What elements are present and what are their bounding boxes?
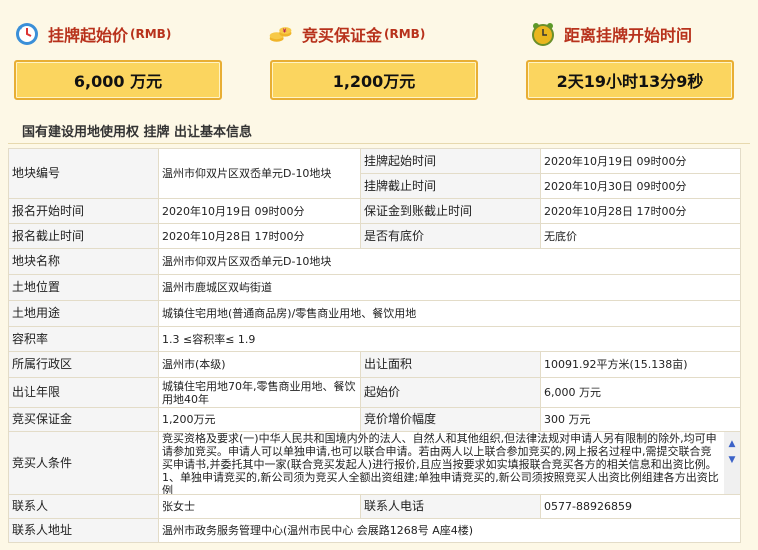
start-price-value: 6,000 万元 — [73, 72, 163, 91]
usage-label: 土地用途 — [8, 300, 159, 327]
table-row: 容积率 1.3 ≤容积率≤ 1.9 — [8, 326, 741, 352]
contact-value: 张女士 — [158, 494, 361, 519]
stat-header-deposit: ¥ 竞买保证金 (RMB) — [268, 18, 425, 50]
reserve-label: 是否有底价 — [360, 223, 541, 249]
usage-value: 城镇住宅用地(普通商品房)/零售商业用地、餐饮用地 — [158, 300, 741, 327]
table-row: 报名截止时间 2020年10月28日 17时00分 是否有底价 无底价 — [8, 223, 741, 249]
stat-header-start-price: 挂牌起始价 (RMB) — [14, 18, 171, 50]
divider — [8, 143, 750, 144]
listing-start-label: 挂牌起始时间 — [360, 148, 541, 174]
scroll-up-icon[interactable]: ▲ — [727, 440, 737, 449]
table-row: 土地位置 温州市鹿城区双屿街道 — [8, 274, 741, 301]
deposit-table-value: 1,200万元 — [158, 407, 361, 432]
name-value: 温州市仰双片区双岙单元D-10地块 — [158, 248, 741, 275]
plot-no-value: 温州市仰双片区双岙单元D-10地块 — [158, 148, 361, 199]
listing-end-label: 挂牌截止时间 — [360, 173, 541, 199]
district-label: 所属行政区 — [8, 351, 159, 378]
conditions-value: 竞买资格及要求(一)中华人民共和国境内外的法人、自然人和其他组织,但法律法规对申… — [162, 432, 719, 494]
table-row: 联系人地址 温州市政务服务管理中心(温州市民中心 会展路1268号 A座4楼) — [8, 518, 741, 543]
info-table: 地块编号 温州市仰双片区双岙单元D-10地块 挂牌起始时间 2020年10月19… — [8, 148, 741, 543]
conditions-scroll-area[interactable]: 竞买资格及要求(一)中华人民共和国境内外的法人、自然人和其他组织,但法律法规对申… — [162, 432, 740, 494]
reg-start-label: 报名开始时间 — [8, 198, 159, 224]
address-label: 联系人地址 — [8, 518, 159, 543]
area-value: 10091.92平方米(15.138亩) — [540, 351, 741, 378]
reg-end-value: 2020年10月28日 17时00分 — [158, 223, 361, 249]
scrollbar[interactable]: ▲ ▼ — [724, 432, 740, 494]
increment-label: 竞价增价幅度 — [360, 407, 541, 432]
table-row: 地块名称 温州市仰双片区双岙单元D-10地块 — [8, 248, 741, 275]
countdown-box: 2天19小时13分9秒 — [526, 60, 734, 100]
far-value: 1.3 ≤容积率≤ 1.9 — [158, 326, 741, 352]
table-row: 所属行政区 温州市(本级) 出让面积 10091.92平方米(15.138亩) — [8, 351, 741, 378]
table-row: 竞买人条件 竞买资格及要求(一)中华人民共和国境内外的法人、自然人和其他组织,但… — [8, 431, 741, 495]
stat-label: 挂牌起始价 — [48, 26, 129, 45]
alarm-clock-icon — [530, 21, 556, 47]
section-title: 国有建设用地使用权 挂牌 出让基本信息 — [22, 125, 253, 140]
far-label: 容积率 — [8, 326, 159, 352]
deposit-box: 1,200万元 — [270, 60, 478, 100]
area-label: 出让面积 — [360, 351, 541, 378]
svg-text:¥: ¥ — [283, 28, 287, 34]
stat-label: 竞买保证金 — [302, 26, 383, 45]
reserve-value: 无底价 — [540, 223, 741, 249]
countdown-value: 2天19小时13分9秒 — [556, 72, 704, 91]
listing-start-value: 2020年10月19日 09时00分 — [540, 148, 741, 174]
coins-icon: ¥ — [268, 21, 294, 47]
table-row: 联系人 张女士 联系人电话 0577-88926859 — [8, 494, 741, 519]
stat-suffix: (RMB) — [130, 27, 172, 41]
location-label: 土地位置 — [8, 274, 159, 301]
conditions-cell: 竞买资格及要求(一)中华人民共和国境内外的法人、自然人和其他组织,但法律法规对申… — [158, 431, 741, 495]
contact-label: 联系人 — [8, 494, 159, 519]
deposit-value: 1,200万元 — [332, 72, 416, 91]
phone-label: 联系人电话 — [360, 494, 541, 519]
deposit-deadline-value: 2020年10月28日 17时00分 — [540, 198, 741, 224]
start-price-box: 6,000 万元 — [14, 60, 222, 100]
location-value: 温州市鹿城区双屿街道 — [158, 274, 741, 301]
deposit-label: 竞买保证金 — [8, 407, 159, 432]
table-row: 报名开始时间 2020年10月19日 09时00分 保证金到账截止时间 2020… — [8, 198, 741, 224]
address-value: 温州市政务服务管理中心(温州市民中心 会展路1268号 A座4楼) — [158, 518, 741, 543]
start-price-label: 起始价 — [360, 377, 541, 408]
table-row: 竞买保证金 1,200万元 竞价增价幅度 300 万元 — [8, 407, 741, 432]
stat-header-countdown: 距离挂牌开始时间 — [530, 18, 692, 50]
table-row: 出让年限 城镇住宅用地70年,零售商业用地、餐饮用地40年 起始价 6,000 … — [8, 377, 741, 408]
deposit-deadline-label: 保证金到账截止时间 — [360, 198, 541, 224]
scroll-down-icon[interactable]: ▼ — [727, 456, 737, 465]
reg-start-value: 2020年10月19日 09时00分 — [158, 198, 361, 224]
stat-label: 距离挂牌开始时间 — [564, 26, 693, 45]
phone-value: 0577-88926859 — [540, 494, 741, 519]
table-row: 土地用途 城镇住宅用地(普通商品房)/零售商业用地、餐饮用地 — [8, 300, 741, 327]
term-value: 城镇住宅用地70年,零售商业用地、餐饮用地40年 — [158, 377, 361, 408]
increment-value: 300 万元 — [540, 407, 741, 432]
listing-end-value: 2020年10月30日 09时00分 — [540, 173, 741, 199]
table-row: 地块编号 温州市仰双片区双岙单元D-10地块 挂牌起始时间 2020年10月19… — [8, 148, 741, 199]
plot-no-label: 地块编号 — [8, 148, 159, 199]
stat-suffix: (RMB) — [384, 27, 426, 41]
start-price-table-value: 6,000 万元 — [540, 377, 741, 408]
reg-end-label: 报名截止时间 — [8, 223, 159, 249]
conditions-label: 竞买人条件 — [8, 431, 159, 495]
district-value: 温州市(本级) — [158, 351, 361, 378]
name-label: 地块名称 — [8, 248, 159, 275]
clock-refresh-icon — [14, 21, 40, 47]
term-label: 出让年限 — [8, 377, 159, 408]
